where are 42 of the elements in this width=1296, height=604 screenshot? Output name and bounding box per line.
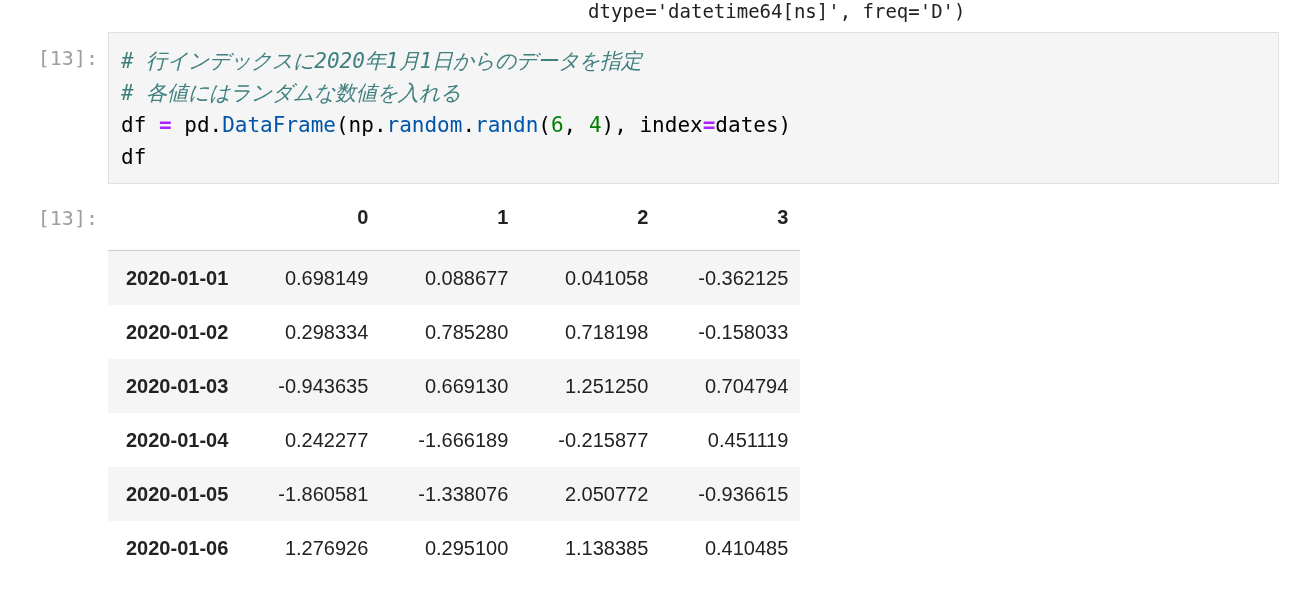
- table-cell: -1.338076: [418, 482, 509, 505]
- input-prompt: [13]:: [36, 45, 99, 70]
- code-line: # 各値にはランダムな数値を入れる: [121, 80, 463, 107]
- table-cell: 1.276926: [284, 536, 369, 559]
- table-cell: -0.158033: [698, 320, 789, 343]
- table-cell: 0.410485: [704, 536, 789, 559]
- code-line: # 行インデックスに2020年1月1日からのデータを指定: [121, 48, 645, 75]
- table-cell: -1.860581: [278, 482, 369, 505]
- table-cell: -0.943635: [278, 374, 369, 397]
- code-cell[interactable]: # 行インデックスに2020年1月1日からのデータを指定 # 各値にはランダムな数値を入れる df = pd.DataFrame(np.random.randn(6, 4), index=dates) df: [108, 32, 1279, 184]
- code-line: df = pd.DataFrame(np.random.randn(6, 4), index=dates): [121, 112, 793, 139]
- table-cell: -0.362125: [698, 266, 789, 289]
- row-index: 2020-01-02: [126, 320, 229, 343]
- table-cell: 0.785280: [424, 320, 509, 343]
- column-header: 3: [777, 206, 789, 228]
- column-header: 2: [637, 206, 649, 228]
- row-index: 2020-01-06: [126, 536, 229, 559]
- code-line: df: [121, 144, 148, 171]
- output-text: dtype='datetime64[ns]', freq='D'): [588, 0, 966, 22]
- row-index: 2020-01-01: [126, 266, 229, 289]
- output-prompt: [13]:: [36, 206, 99, 230]
- table-cell: 0.669130: [424, 374, 509, 397]
- table-cell: 0.718198: [564, 320, 649, 343]
- row-index: 2020-01-03: [126, 374, 229, 397]
- table-cell: 0.041058: [564, 266, 649, 289]
- table-cell: -1.666189: [418, 428, 509, 451]
- table-cell: 0.242277: [284, 428, 369, 451]
- table-cell: 2.050772: [564, 482, 649, 505]
- table-cell: 0.088677: [424, 266, 509, 289]
- table-cell: 0.451119: [707, 428, 789, 451]
- table-cell: 0.704794: [704, 374, 789, 397]
- row-index: 2020-01-04: [126, 428, 229, 451]
- table-cell: 0.295100: [424, 536, 509, 559]
- column-header: 1: [497, 206, 509, 228]
- table-cell: -0.215877: [558, 428, 649, 451]
- row-index: 2020-01-05: [126, 482, 229, 505]
- table-cell: 1.138385: [564, 536, 649, 559]
- column-header: 0: [357, 206, 369, 228]
- table-cell: 0.298334: [284, 320, 369, 343]
- table-cell: 1.251250: [564, 374, 649, 397]
- table-cell: 0.698149: [284, 266, 369, 289]
- table-cell: -0.936615: [698, 482, 789, 505]
